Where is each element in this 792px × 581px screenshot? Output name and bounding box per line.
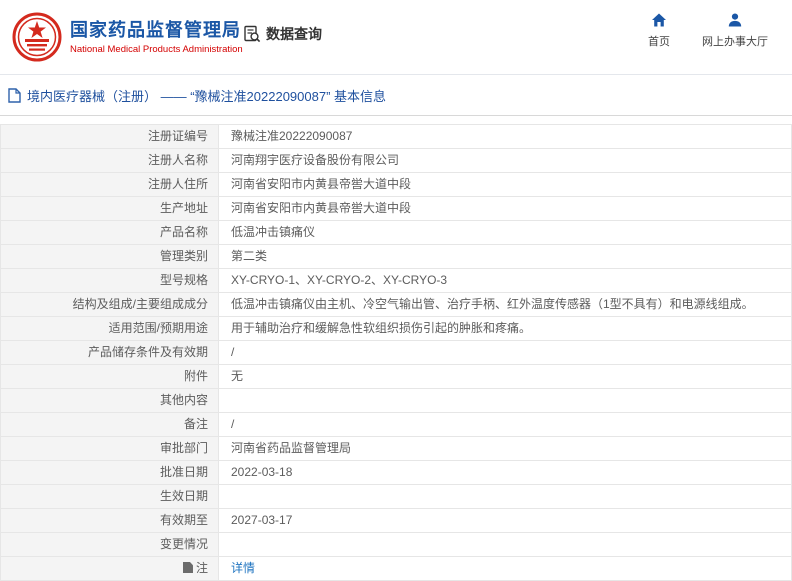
row-value: 河南翔宇医疗设备股份有限公司 bbox=[218, 148, 792, 173]
row-value: 河南省安阳市内黄县帝喾大道中段 bbox=[218, 196, 792, 221]
row-label: 注册证编号 bbox=[0, 124, 219, 149]
national-emblem-icon bbox=[12, 12, 62, 62]
row-value bbox=[218, 388, 792, 413]
row-value: 河南省药品监督管理局 bbox=[218, 436, 792, 461]
home-icon bbox=[652, 13, 666, 27]
row-value: 第二类 bbox=[218, 244, 792, 269]
agency-names: 国家药品监督管理局 National Medical Products Admi… bbox=[70, 19, 243, 56]
table-row: 审批部门 河南省药品监督管理局 bbox=[0, 436, 792, 461]
row-label: 生效日期 bbox=[0, 484, 219, 509]
note-attachment-icon bbox=[182, 562, 193, 573]
row-value: 2022-03-18 bbox=[218, 460, 792, 485]
row-label: 变更情况 bbox=[0, 532, 219, 557]
table-row: 批准日期 2022-03-18 bbox=[0, 460, 792, 485]
table-row: 型号规格 XY-CRYO-1、XY-CRYO-2、XY-CRYO-3 bbox=[0, 268, 792, 293]
row-value: / bbox=[218, 340, 792, 365]
table-row: 备注 / bbox=[0, 412, 792, 437]
row-label: 附件 bbox=[0, 364, 219, 389]
breadcrumb: 境内医疗器械（注册） —— “豫械注准20222090087” 基本信息 bbox=[0, 75, 792, 116]
row-value: / bbox=[218, 412, 792, 437]
nav-service-hall[interactable]: 网上办事大厅 bbox=[702, 12, 768, 49]
row-label: 适用范围/预期用途 bbox=[0, 316, 219, 341]
data-query-icon bbox=[244, 25, 261, 43]
nav-service-hall-label: 网上办事大厅 bbox=[702, 36, 768, 48]
table-row: 生产地址 河南省安阳市内黄县帝喾大道中段 bbox=[0, 196, 792, 221]
table-row: 注册证编号 豫械注准20222090087 bbox=[0, 124, 792, 149]
row-label: 注 bbox=[0, 556, 219, 581]
row-value: 无 bbox=[218, 364, 792, 389]
table-row: 管理类别 第二类 bbox=[0, 244, 792, 269]
row-label: 有效期至 bbox=[0, 508, 219, 533]
agency-logo-block: 国家药品监督管理局 National Medical Products Admi… bbox=[12, 12, 243, 62]
table-row: 有效期至 2027-03-17 bbox=[0, 508, 792, 533]
row-label: 其他内容 bbox=[0, 388, 219, 413]
table-row: 注册人住所 河南省安阳市内黄县帝喾大道中段 bbox=[0, 172, 792, 197]
row-value: 低温冲击镇痛仪 bbox=[218, 220, 792, 245]
row-label: 生产地址 bbox=[0, 196, 219, 221]
nav-home-label: 首页 bbox=[648, 36, 670, 48]
row-value bbox=[218, 484, 792, 509]
row-label: 产品名称 bbox=[0, 220, 219, 245]
row-label: 结构及组成/主要组成成分 bbox=[0, 292, 219, 317]
row-label: 管理类别 bbox=[0, 244, 219, 269]
table-row: 附件无 bbox=[0, 364, 792, 389]
row-value: 详情 bbox=[218, 556, 792, 581]
data-query-label: 数据查询 bbox=[266, 26, 322, 42]
table-row: 生效日期 bbox=[0, 484, 792, 509]
page-title: 境内医疗器械（注册） —— “豫械注准20222090087” 基本信息 bbox=[27, 89, 387, 104]
row-value bbox=[218, 532, 792, 557]
row-value: 豫械注准20222090087 bbox=[218, 124, 792, 149]
row-label: 审批部门 bbox=[0, 436, 219, 461]
agency-name-cn: 国家药品监督管理局 bbox=[70, 19, 241, 40]
row-label: 注册人住所 bbox=[0, 172, 219, 197]
row-label: 产品储存条件及有效期 bbox=[0, 340, 219, 365]
table-row: 注详情 bbox=[0, 556, 792, 581]
table-row: 适用范围/预期用途 用于辅助治疗和缓解急性软组织损伤引起的肿胀和疼痛。 bbox=[0, 316, 792, 341]
row-label: 批准日期 bbox=[0, 460, 219, 485]
header-top-links: 首页 网上办事大厅 bbox=[642, 12, 768, 49]
table-row: 变更情况 bbox=[0, 532, 792, 557]
document-icon bbox=[8, 88, 21, 103]
info-table-body: 注册证编号 豫械注准20222090087 注册人名称 河南翔宇医疗设备股份有限公司注… bbox=[0, 124, 792, 581]
user-icon bbox=[728, 13, 742, 27]
row-value: 2027-03-17 bbox=[218, 508, 792, 533]
row-label: 型号规格 bbox=[0, 268, 219, 293]
table-row: 注册人名称 河南翔宇医疗设备股份有限公司 bbox=[0, 148, 792, 173]
page-header: 国家药品监督管理局 National Medical Products Admi… bbox=[0, 0, 792, 75]
registration-info-table: 注册证编号 豫械注准20222090087 注册人名称 河南翔宇医疗设备股份有限公司注… bbox=[0, 124, 792, 581]
table-row: 其他内容 bbox=[0, 388, 792, 413]
table-row: 产品储存条件及有效期 / bbox=[0, 340, 792, 365]
row-value: XY-CRYO-1、XY-CRYO-2、XY-CRYO-3 bbox=[218, 268, 792, 293]
row-label: 注册人名称 bbox=[0, 148, 219, 173]
nav-home[interactable]: 首页 bbox=[642, 12, 676, 49]
row-value: 用于辅助治疗和缓解急性软组织损伤引起的肿胀和疼痛。 bbox=[218, 316, 792, 341]
table-row: 产品名称 低温冲击镇痛仪 bbox=[0, 220, 792, 245]
agency-name-en: National Medical Products Administration bbox=[70, 43, 243, 55]
row-label: 备注 bbox=[0, 412, 219, 437]
table-row: 结构及组成/主要组成成分 低温冲击镇痛仪由主机、冷空气输出管、治疗手柄、红外温度传… bbox=[0, 292, 792, 317]
row-value: 低温冲击镇痛仪由主机、冷空气输出管、治疗手柄、红外温度传感器（1型不具有）和电源… bbox=[218, 292, 792, 317]
row-value: 河南省安阳市内黄县帝喾大道中段 bbox=[218, 172, 792, 197]
detail-link[interactable]: 详情 bbox=[231, 561, 255, 575]
nav-data-query[interactable]: 数据查询 bbox=[243, 24, 322, 44]
